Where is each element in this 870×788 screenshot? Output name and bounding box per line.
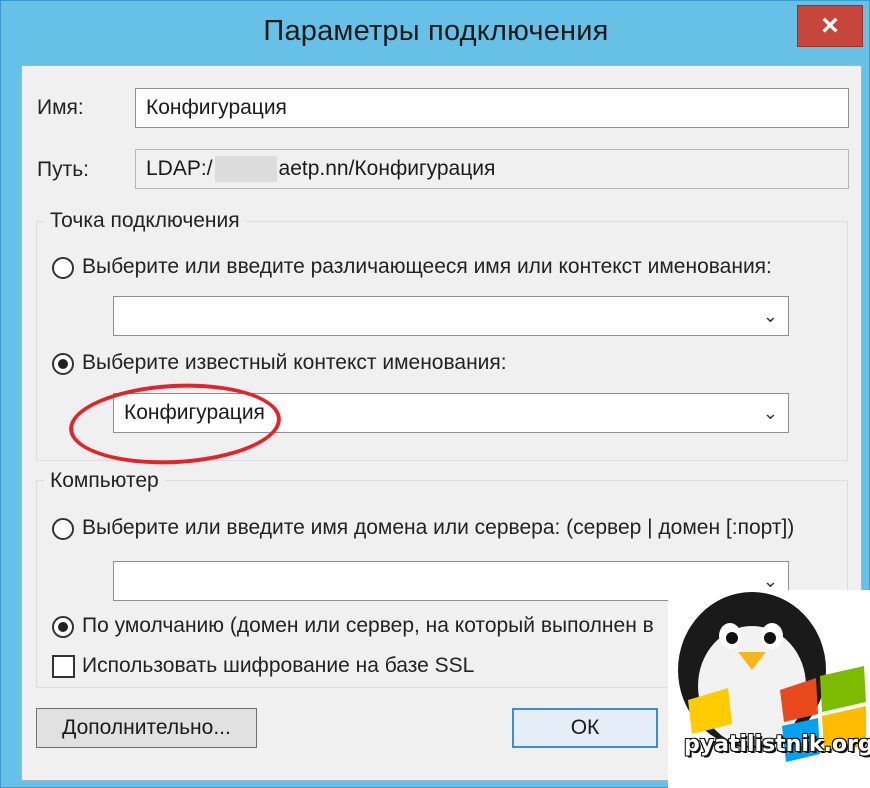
radio-distinguished-name[interactable] <box>52 257 74 279</box>
radio-selected-dot <box>58 622 68 632</box>
window-title: Параметры подключения <box>263 15 609 47</box>
chevron-down-icon: ⌄ <box>762 306 778 326</box>
title-bar: Параметры подключения × <box>1 1 870 63</box>
close-button[interactable]: × <box>797 5 863 47</box>
computer-title: Компьютер <box>44 469 165 493</box>
ssl-checkbox[interactable] <box>52 655 75 678</box>
close-icon: × <box>821 9 839 42</box>
path-suffix: aetp.nn/Конфигурация <box>278 157 496 180</box>
redacted-block <box>214 156 277 182</box>
ssl-checkbox-label: Использовать шифрование на базе SSL <box>82 654 475 677</box>
path-field: LDAP:/ aetp.nn/Конфигурация <box>135 149 849 189</box>
penguin-logo-icon: pyatilistnik.org <box>668 590 870 788</box>
name-label: Имя: <box>37 96 84 119</box>
path-label: Путь: <box>37 158 89 181</box>
radio-default[interactable] <box>52 616 74 638</box>
radio-known-context[interactable] <box>52 353 74 375</box>
radio-domain-server-label: Выберите или введите имя домена или серв… <box>82 516 795 539</box>
chevron-down-icon: ⌄ <box>762 403 778 423</box>
radio-domain-server[interactable] <box>52 518 74 540</box>
radio-distinguished-name-label: Выберите или введите различающееся имя и… <box>82 255 772 278</box>
connection-point-title: Точка подключения <box>44 209 246 233</box>
advanced-button[interactable]: Дополнительно... <box>36 708 257 748</box>
name-input[interactable]: Конфигурация <box>135 88 849 128</box>
radio-selected-dot <box>58 359 68 369</box>
known-context-combobox[interactable]: Конфигурация ⌄ <box>113 393 789 433</box>
path-prefix: LDAP:/ <box>146 157 213 180</box>
watermark-text: pyatilistnik.org <box>684 732 870 757</box>
dn-combobox[interactable]: ⌄ <box>113 296 789 336</box>
known-context-value: Конфигурация <box>124 401 265 424</box>
name-value: Конфигурация <box>146 96 287 119</box>
radio-default-label: По умолчанию (домен или сервер, на котор… <box>82 614 654 637</box>
chevron-down-icon: ⌄ <box>762 571 778 591</box>
radio-known-context-label: Выберите известный контекст именования: <box>82 351 507 374</box>
ok-button[interactable]: ОК <box>512 708 658 748</box>
